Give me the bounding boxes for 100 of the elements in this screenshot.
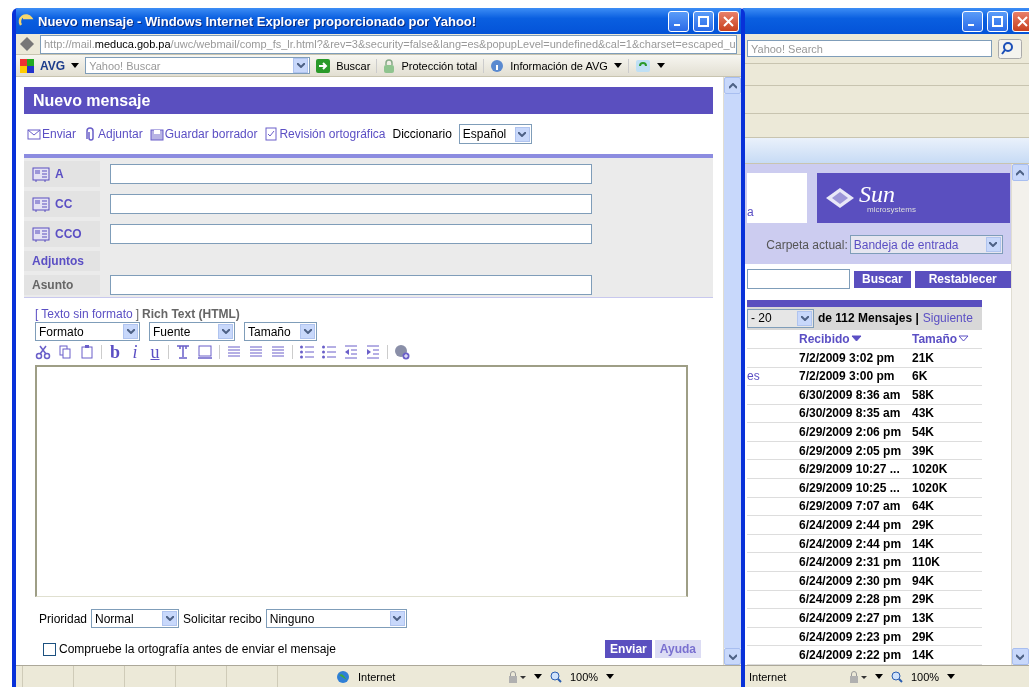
priority-select[interactable]: Normal (91, 609, 180, 628)
security-zone: Internet (749, 670, 788, 683)
table-cell: 7/2/2009 3:00 pm (799, 367, 912, 387)
next-link[interactable]: Siguiente (922, 311, 973, 326)
paste-icon[interactable] (79, 344, 95, 360)
minimize-button[interactable] (668, 10, 689, 32)
protection-button[interactable]: Protección total (401, 59, 478, 72)
toolbar-link[interactable]: Enviar (27, 127, 76, 141)
input-field[interactable] (110, 194, 592, 214)
scroll-up-icon[interactable] (728, 82, 737, 89)
scroll-down-icon[interactable] (728, 653, 737, 660)
reset-button[interactable]: Restablecer (914, 270, 1011, 288)
table-cell: 6/24/2009 2:23 pm (799, 627, 912, 647)
indent-icon[interactable] (365, 344, 381, 360)
close-icon (723, 15, 734, 27)
table-cell: 29K (912, 516, 982, 535)
table-cell: 29K (912, 627, 982, 647)
zoom-level[interactable]: 100% (911, 670, 940, 683)
input-field[interactable] (110, 164, 592, 184)
address-book-icon[interactable] (32, 225, 50, 243)
folder-select[interactable]: Bandeja de entrada (849, 235, 1003, 254)
field-label[interactable]: CC (24, 191, 100, 217)
scroll-up-icon[interactable] (1016, 169, 1025, 176)
maximize-button[interactable] (693, 10, 714, 32)
receipt-select[interactable]: Ninguno (265, 609, 407, 628)
padlock-icon (383, 58, 396, 73)
caret-icon[interactable] (947, 674, 956, 679)
caret-icon[interactable] (656, 63, 665, 68)
caret-icon[interactable] (71, 63, 80, 68)
font-select[interactable]: Fuente (149, 322, 235, 341)
input-field[interactable] (110, 224, 592, 244)
cut-icon[interactable] (35, 344, 51, 360)
checkbox[interactable] (43, 642, 56, 656)
zoom-icon[interactable] (550, 670, 562, 683)
minimize-button[interactable] (962, 10, 983, 32)
info-button[interactable]: Información de AVG (510, 59, 608, 72)
link[interactable]: a (747, 205, 754, 219)
page-icon (20, 37, 34, 51)
search-button[interactable]: Buscar (854, 270, 911, 288)
table-cell: 39K (912, 441, 982, 461)
table-cell: 6/24/2009 2:44 pm (799, 516, 912, 535)
table-cell: 21K (912, 348, 982, 368)
table-cell: 6/29/2009 2:05 pm (799, 441, 912, 461)
table-cell: 6/29/2009 10:27 ... (799, 460, 912, 480)
zoom-icon[interactable] (891, 670, 903, 683)
address-book-icon[interactable] (32, 165, 50, 183)
search-icon[interactable] (998, 38, 1022, 59)
search-button[interactable]: Buscar (336, 59, 371, 72)
page-select[interactable]: - 20 (747, 308, 814, 328)
address-bar[interactable]: http://mail.meduca.gob.pa/uwc/webmail/comp_fs_lr.html?&rev=3&security=false&lang=es&popupLevel=undefined&cal=1&charset=escaped_u (40, 34, 737, 54)
send-button[interactable]: Enviar (605, 640, 652, 658)
format-button[interactable]: i (128, 343, 142, 361)
table-cell: 6/24/2009 2:28 pm (799, 590, 912, 610)
brand-name[interactable]: AVG (40, 58, 66, 73)
list-icon[interactable] (299, 344, 315, 360)
minimize-icon (968, 24, 974, 26)
refresh-icon[interactable] (634, 58, 651, 73)
caret-icon[interactable] (875, 674, 883, 679)
table-cell: 6/24/2009 2:44 pm (799, 534, 912, 554)
outdent-icon[interactable] (343, 344, 359, 360)
size-select[interactable]: Tamaño (244, 322, 317, 341)
copy-icon[interactable] (57, 344, 73, 360)
table-cell: 6/29/2009 10:25 ... (799, 479, 912, 498)
screen-icon[interactable] (197, 344, 213, 360)
text-box-icon[interactable] (175, 344, 191, 360)
column-header[interactable]: Recibido (799, 329, 912, 349)
caret-icon[interactable] (534, 674, 542, 679)
field-label[interactable]: CCO (24, 221, 100, 247)
lock-icon[interactable] (847, 669, 867, 684)
format-button[interactable]: b (108, 343, 122, 361)
scrollbar[interactable] (723, 77, 741, 665)
field-label[interactable]: A (24, 161, 100, 187)
zoom-level[interactable]: 100% (570, 670, 599, 683)
column-header[interactable]: Tamaño (912, 329, 982, 349)
list-icon[interactable] (321, 344, 337, 360)
plain-text-link[interactable]: Texto sin formato (41, 307, 133, 321)
security-zone: Internet (358, 670, 397, 683)
lock-icon[interactable] (506, 669, 526, 684)
scroll-down-icon[interactable] (1016, 653, 1025, 660)
spellcheck-option[interactable]: Compruebe la ortografía antes de enviar el mensaje (43, 642, 336, 656)
priority-label: Prioridad (39, 611, 88, 626)
window-title: Nuevo mensaje - Windows Internet Explorer proporcionado por Yahoo! (38, 13, 478, 29)
search-field[interactable] (747, 269, 850, 289)
address-book-icon[interactable] (32, 195, 50, 213)
format-select[interactable]: Formato (35, 322, 140, 341)
close-button[interactable] (1012, 10, 1029, 32)
table-cell: 6/24/2009 2:30 pm (799, 572, 912, 591)
close-button[interactable] (718, 10, 739, 32)
caret-icon[interactable] (606, 674, 615, 679)
dictionary-select[interactable]: Español (458, 124, 532, 144)
input-field[interactable] (110, 275, 592, 295)
receipt-label: Solicitar recibo (183, 611, 262, 626)
format-button[interactable]: u (148, 343, 162, 361)
maximize-button[interactable] (987, 10, 1008, 32)
toolbar-link[interactable]: Guardar borrador (149, 127, 258, 141)
toolbar-link[interactable]: Adjuntar (83, 127, 143, 141)
caret-icon[interactable] (613, 63, 622, 68)
globe-icon[interactable] (394, 344, 410, 360)
toolbar-link[interactable]: Revisión ortográfica (264, 127, 386, 141)
table-cell[interactable]: es (747, 367, 799, 387)
